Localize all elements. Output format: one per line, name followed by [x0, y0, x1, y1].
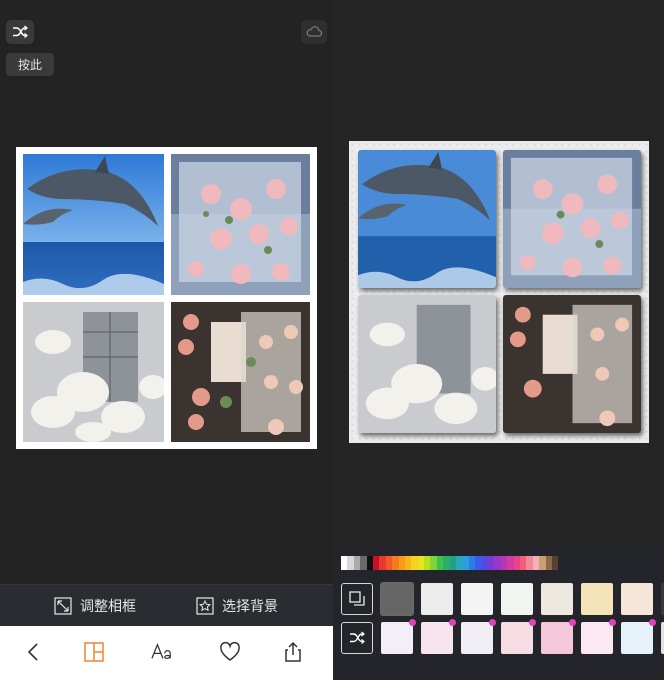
background-swatch-paper-plain[interactable] — [461, 583, 493, 615]
premium-badge — [489, 619, 496, 626]
adjust-frame-label: 调整相框 — [80, 599, 136, 615]
layout-icon — [84, 642, 104, 662]
premium-badge — [649, 619, 656, 626]
palette-color-33[interactable] — [551, 556, 559, 570]
collage-preview[interactable] — [16, 147, 317, 449]
photo-shop-flowers[interactable] — [503, 295, 641, 433]
cloud-button[interactable] — [301, 20, 327, 44]
share-tab[interactable] — [279, 638, 307, 666]
bottom-tab-bar — [0, 626, 333, 680]
background-picker-panel — [333, 545, 664, 680]
edit-sub-toolbar: 调整相框 选择背景 — [0, 584, 333, 626]
back-button[interactable] — [20, 638, 48, 666]
photo-white-magnolia[interactable] — [23, 302, 164, 442]
photo-ice-roses[interactable] — [171, 154, 310, 295]
background-swatch-solid-gray[interactable] — [380, 582, 414, 616]
right-background-pane — [333, 0, 664, 680]
collage-preview-with-background[interactable] — [349, 141, 649, 443]
photo-white-magnolia[interactable] — [358, 295, 496, 433]
tooltip: 按此 — [6, 53, 54, 76]
background-swatch-grid-beige[interactable] — [541, 583, 573, 615]
photo-dolphins[interactable] — [358, 150, 496, 288]
color-palette[interactable] — [341, 556, 559, 570]
back-icon — [27, 643, 38, 661]
premium-badge — [569, 619, 576, 626]
background-swatch-stripe-peach[interactable] — [621, 583, 653, 615]
background-swatch-pattern-pink-dots[interactable] — [501, 619, 536, 654]
background-swatch-parchment[interactable] — [581, 583, 613, 615]
star-frame-icon — [196, 597, 214, 615]
heart-icon — [220, 641, 240, 661]
photo-ice-roses[interactable] — [503, 150, 641, 288]
shuffle-background-button[interactable] — [341, 622, 373, 654]
background-swatch-pattern-hearts[interactable] — [581, 619, 616, 654]
share-icon — [285, 641, 301, 662]
background-swatch-pattern-hot-pink[interactable] — [541, 619, 576, 654]
text-icon — [151, 642, 171, 659]
premium-badge — [529, 619, 536, 626]
favorite-tab[interactable] — [216, 638, 244, 666]
background-row-2 — [341, 619, 664, 655]
app-screen: 按此 调整相框 选择背景 — [0, 0, 664, 680]
background-row-1 — [341, 582, 664, 616]
photo-shop-flowers[interactable] — [171, 302, 310, 442]
shuffle-icon — [13, 25, 28, 39]
background-swatch-pattern-pink-cute[interactable] — [421, 619, 456, 654]
frame-layers-button[interactable] — [341, 583, 373, 615]
premium-badge — [609, 619, 616, 626]
shuffle-icon — [350, 631, 365, 644]
choose-background-button[interactable]: 选择背景 — [196, 596, 278, 616]
background-swatch-grid-light[interactable] — [501, 583, 533, 615]
resize-icon — [54, 597, 72, 615]
premium-badge — [449, 619, 456, 626]
photo-dolphins[interactable] — [23, 154, 164, 295]
background-swatch-pattern-letters[interactable] — [461, 619, 496, 654]
frame-layers-icon — [349, 591, 365, 606]
choose-background-label: 选择背景 — [222, 599, 278, 615]
background-swatch-pattern-blue-hearts[interactable] — [621, 619, 656, 654]
premium-badge — [409, 619, 416, 626]
text-tab[interactable] — [148, 638, 176, 666]
left-editor-pane: 按此 调整相框 选择背景 — [0, 0, 333, 680]
background-swatch-pattern-rainbow[interactable] — [381, 619, 416, 654]
layout-tab[interactable] — [80, 638, 108, 666]
background-swatch-paper-white[interactable] — [421, 583, 453, 615]
cloud-icon — [306, 26, 322, 37]
shuffle-button[interactable] — [6, 20, 34, 44]
adjust-frame-button[interactable]: 调整相框 — [54, 596, 136, 616]
